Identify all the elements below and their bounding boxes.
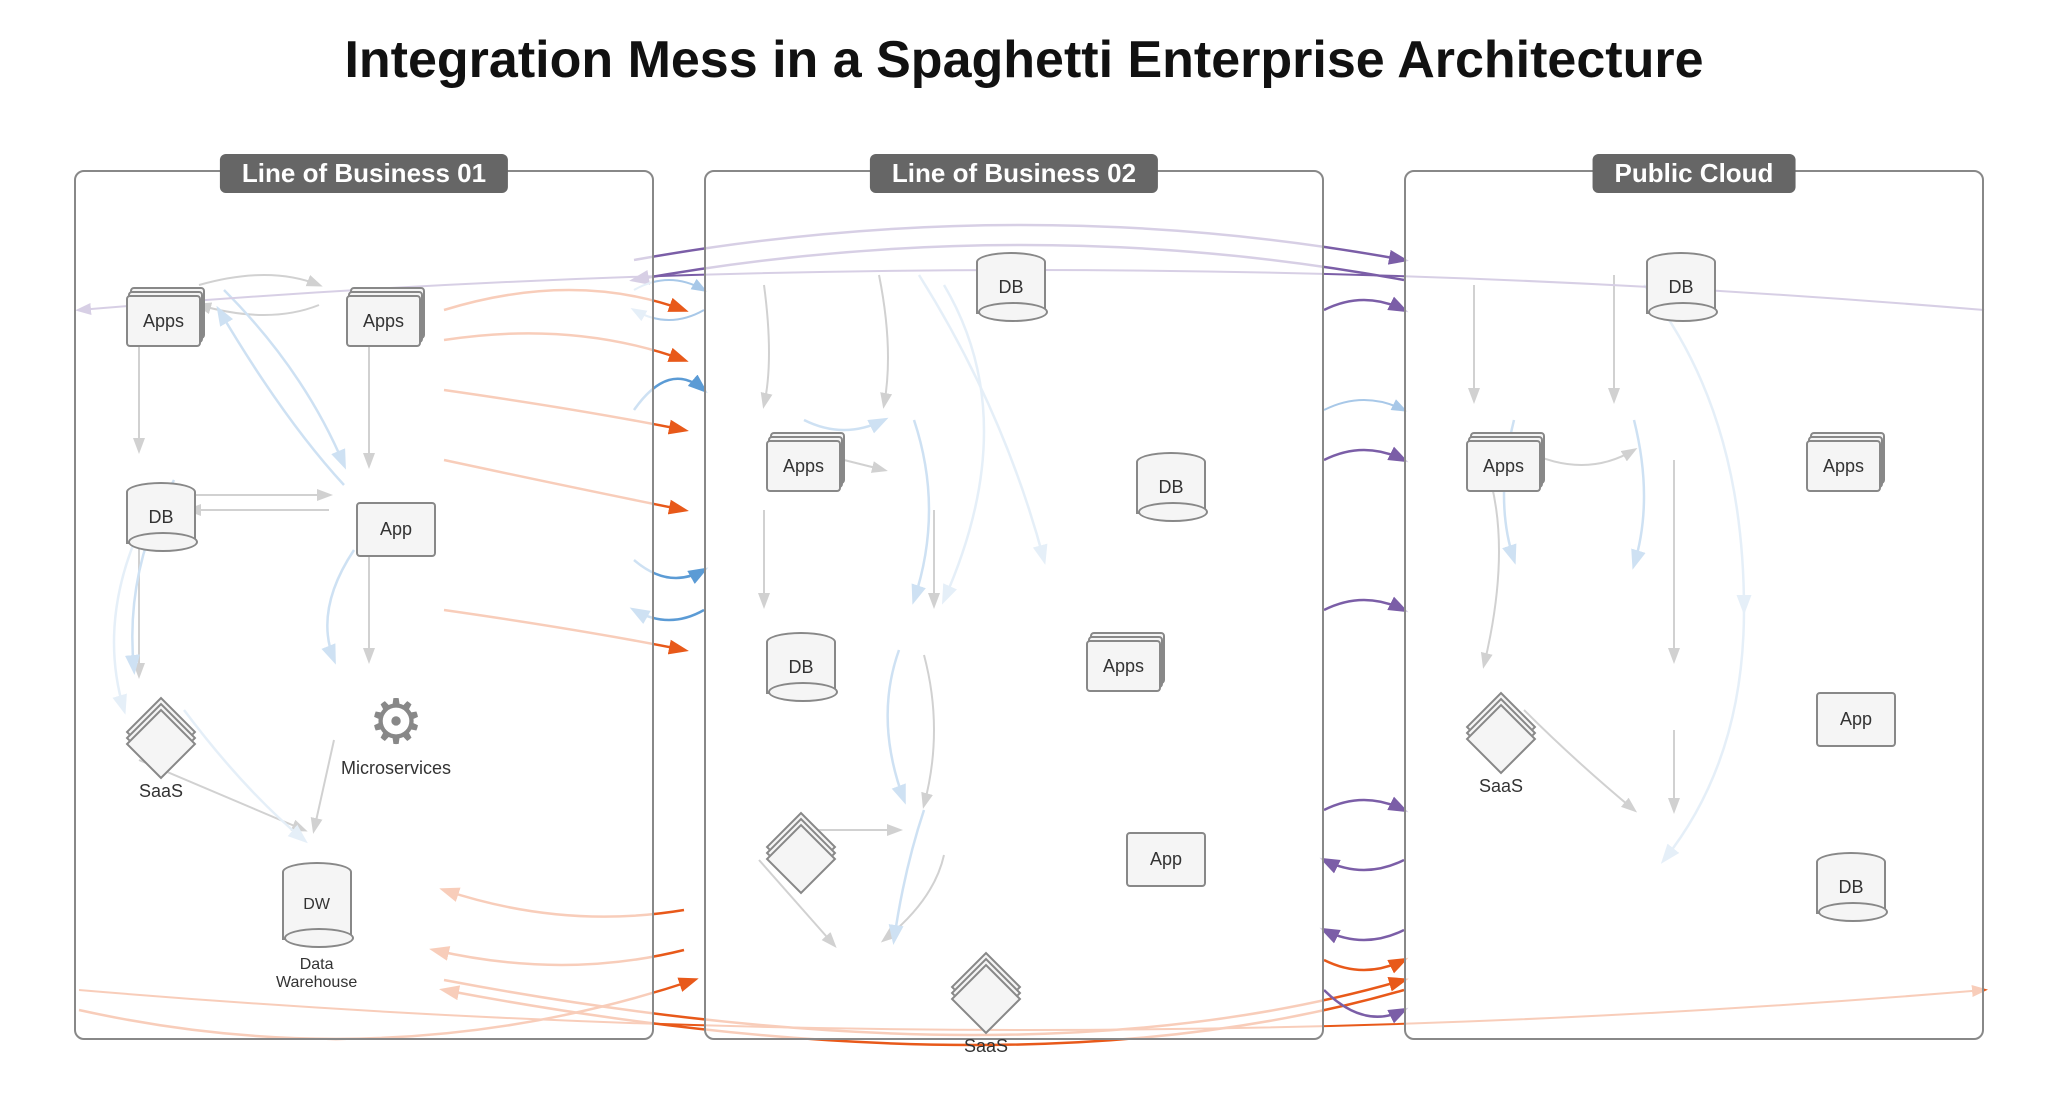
- lob1-microservices-label: Microservices: [341, 758, 451, 779]
- lob1-saas-label: SaaS: [139, 781, 183, 802]
- lob2-db1-node: DB: [976, 252, 1046, 322]
- lob2-app-node: App: [1126, 832, 1206, 887]
- pc-saas-node: SaaS: [1461, 702, 1541, 797]
- pc-saas-label: SaaS: [1479, 776, 1523, 797]
- lob2-saas-node: SaaS: [946, 962, 1026, 1057]
- lob2-apps1-node: Apps: [766, 432, 846, 492]
- lob2-db1-shape: DB: [976, 252, 1046, 322]
- pc-db2-node: DB: [1816, 852, 1886, 922]
- lob2-db3-shape: DB: [766, 632, 836, 702]
- domain-lob2: Line of Business 02 DB Apps: [704, 170, 1324, 1040]
- lob1-app-node: App: [356, 502, 436, 557]
- lob2-apps2-shape: Apps: [1086, 632, 1166, 692]
- pc-app-shape: App: [1816, 692, 1896, 747]
- main-title: Integration Mess in a Spaghetti Enterpri…: [0, 0, 2048, 110]
- lob1-dw-label: DataWarehouse: [276, 956, 357, 992]
- lob1-apps1-node: Apps: [126, 287, 206, 347]
- domain-lob1: Line of Business 01 Apps Apps DB: [74, 170, 654, 1040]
- lob2-diamond-shape: [761, 822, 841, 892]
- pc-db2-shape: DB: [1816, 852, 1886, 922]
- diagram-area: Line of Business 01 Apps Apps DB: [44, 110, 2004, 1090]
- pc-saas-shape: [1461, 702, 1541, 772]
- lob1-app-shape: App: [356, 502, 436, 557]
- lob1-db-node: DB: [126, 482, 196, 552]
- lob2-app-shape: App: [1126, 832, 1206, 887]
- lob1-dw-shape: DW: [282, 862, 352, 952]
- domain-pubcloud: Public Cloud DB Apps: [1404, 170, 1984, 1040]
- pc-app-node: App: [1816, 692, 1896, 747]
- pc-db1-node: DB: [1646, 252, 1716, 322]
- pc-apps2-shape: Apps: [1806, 432, 1886, 492]
- pc-apps1-shape: Apps: [1466, 432, 1546, 492]
- lob2-db2-shape: DB: [1136, 452, 1206, 522]
- main-container: Integration Mess in a Spaghetti Enterpri…: [0, 0, 2048, 1090]
- lob1-saas-shape: [121, 707, 201, 777]
- lob2-db2-node: DB: [1136, 452, 1206, 522]
- pc-apps2-node: Apps: [1806, 432, 1886, 492]
- lob1-apps2-node: Apps: [346, 287, 426, 347]
- pc-apps1-node: Apps: [1466, 432, 1546, 492]
- lob2-apps2-node: Apps: [1086, 632, 1166, 692]
- lob2-diamond-node: [761, 822, 841, 892]
- lob1-saas-node: SaaS: [121, 707, 201, 802]
- lob1-apps1-shape: Apps: [126, 287, 206, 347]
- lob1-dw-node: DW DataWarehouse: [276, 862, 357, 992]
- pc-db1-shape: DB: [1646, 252, 1716, 322]
- domain-pubcloud-label: Public Cloud: [1593, 154, 1796, 193]
- lob2-saas-shape: [946, 962, 1026, 1032]
- domain-lob2-label: Line of Business 02: [870, 154, 1158, 193]
- lob1-db-shape: DB: [126, 482, 196, 552]
- lob1-apps2-shape: Apps: [346, 287, 426, 347]
- domain-lob1-label: Line of Business 01: [220, 154, 508, 193]
- lob1-microservices-node: ⚙ Microservices: [341, 692, 451, 779]
- lob1-gear-icon: ⚙: [368, 692, 424, 754]
- lob2-apps1-shape: Apps: [766, 432, 846, 492]
- lob2-db3-node: DB: [766, 632, 836, 702]
- lob2-saas-label: SaaS: [964, 1036, 1008, 1057]
